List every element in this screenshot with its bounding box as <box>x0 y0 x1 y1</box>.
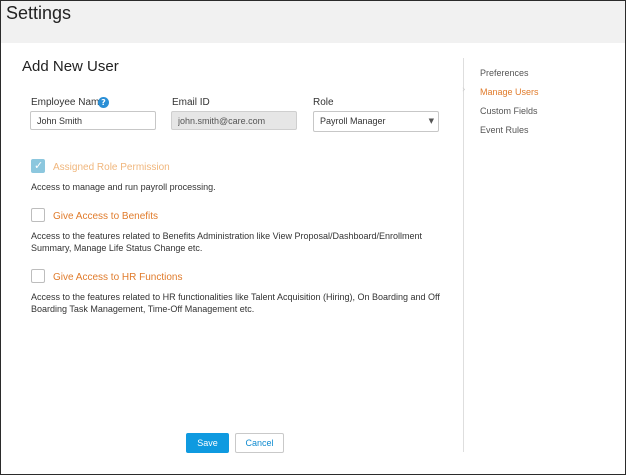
email-field <box>171 111 297 130</box>
email-label: Email ID <box>172 97 210 108</box>
assigned-role-label: Assigned Role Permission <box>53 162 170 173</box>
benefits-label: Give Access to Benefits <box>53 211 159 222</box>
employee-name-input[interactable] <box>30 111 156 130</box>
settings-content: Add New User Employee Name ? Email ID Ro… <box>4 43 625 474</box>
page-title: Settings <box>6 3 72 23</box>
title-bar: Settings <box>1 1 625 43</box>
benefits-checkbox[interactable] <box>31 208 45 222</box>
hr-functions-description: Access to the features related to HR fun… <box>31 292 440 314</box>
sidebar-item-custom-fields[interactable]: Custom Fields <box>480 106 538 116</box>
sidebar-item-event-rules[interactable]: Event Rules <box>480 125 529 135</box>
assigned-role-description: Access to manage and run payroll process… <box>31 182 216 192</box>
role-select-value: Payroll Manager <box>320 116 386 126</box>
chevron-down-icon: ▼ <box>428 117 434 125</box>
hr-functions-label: Give Access to HR Functions <box>53 272 183 283</box>
save-button[interactable]: Save <box>186 433 229 453</box>
role-label: Role <box>313 97 334 108</box>
checkmark-icon: ✓ <box>34 159 44 172</box>
hr-functions-checkbox[interactable] <box>31 269 45 283</box>
cancel-button[interactable]: Cancel <box>235 433 284 453</box>
employee-name-label: Employee Name <box>31 97 105 108</box>
chevron-right-icon: › <box>462 85 466 95</box>
help-circle-icon[interactable]: ? <box>98 97 109 108</box>
app-window: Settings Add New User Employee Name ? Em… <box>0 0 626 475</box>
sidebar-divider <box>463 58 464 452</box>
benefits-description: Access to the features related to Benefi… <box>31 231 423 253</box>
assigned-role-checkbox[interactable]: ✓ <box>31 159 45 173</box>
role-select[interactable]: Payroll Manager ▼ <box>313 111 439 132</box>
sidebar-item-preferences[interactable]: Preferences <box>480 68 529 78</box>
sidebar-item-manage-users[interactable]: Manage Users <box>480 87 539 97</box>
section-title: Add New User <box>22 58 119 75</box>
